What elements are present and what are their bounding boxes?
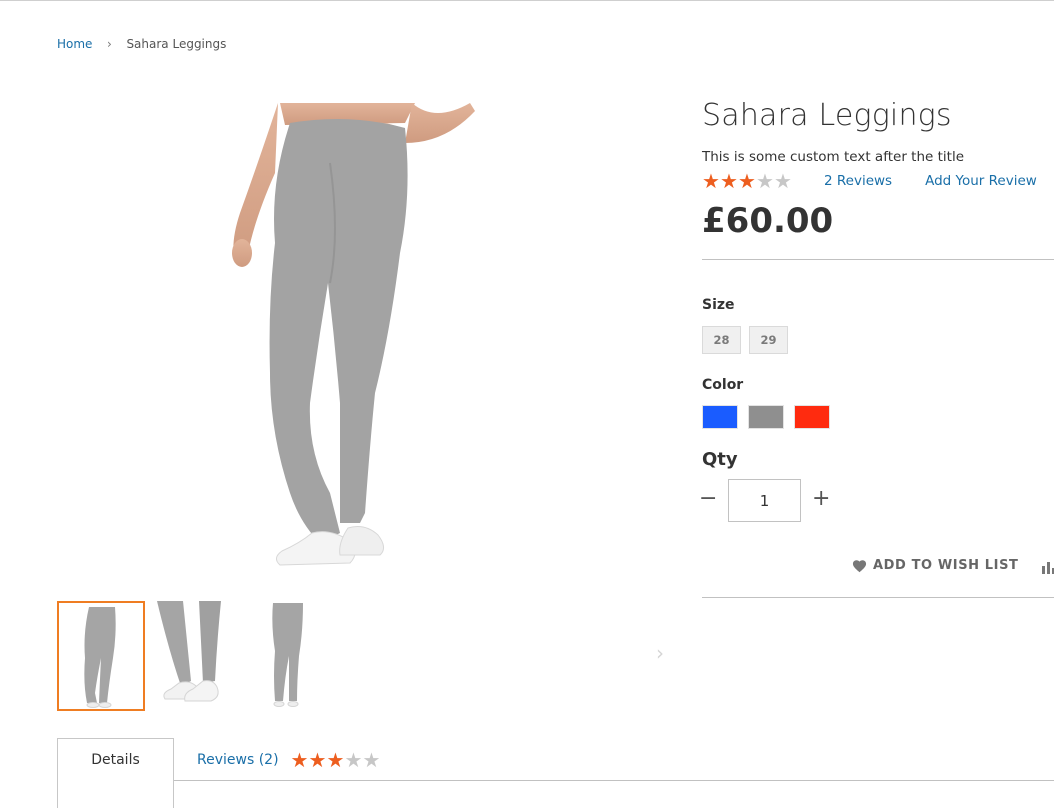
qty-increase-button[interactable]: + bbox=[812, 486, 830, 512]
size-option-29[interactable]: 29 bbox=[749, 326, 788, 354]
tabs-bottom-border bbox=[173, 780, 1054, 781]
product-rating-summary: ★ ★ ★ ★ ★ 2 Reviews Add Your Review bbox=[702, 171, 1037, 191]
qty-label: Qty bbox=[702, 449, 738, 470]
size-swatch-group: 28 29 bbox=[702, 326, 788, 354]
wishlist-label: ADD TO WISH LIST bbox=[873, 558, 1019, 573]
product-title: Sahara Leggings bbox=[702, 98, 952, 133]
thumbnail-strip bbox=[57, 601, 333, 711]
thumbnail-1[interactable] bbox=[57, 601, 145, 711]
qty-input[interactable] bbox=[728, 479, 801, 522]
tab-reviews[interactable]: Reviews (2) ★ ★ ★ ★ ★ bbox=[197, 750, 381, 770]
breadcrumb-home-link[interactable]: Home bbox=[57, 37, 92, 51]
price-divider bbox=[702, 259, 1054, 260]
tab-rating-stars: ★ ★ ★ ★ ★ bbox=[291, 750, 381, 770]
thumbnail-2[interactable] bbox=[151, 601, 239, 711]
thumbnail-3[interactable] bbox=[245, 601, 333, 711]
top-border bbox=[0, 0, 1054, 1]
star-empty-icon: ★ bbox=[362, 748, 381, 772]
heart-icon bbox=[852, 559, 867, 572]
color-option-red[interactable] bbox=[794, 405, 830, 429]
color-swatch-group bbox=[702, 405, 830, 429]
breadcrumb-separator-icon: › bbox=[107, 37, 112, 51]
add-to-wishlist-button[interactable]: ADD TO WISH LIST bbox=[852, 558, 1019, 573]
gallery-next-arrow-icon[interactable]: › bbox=[656, 641, 664, 665]
color-label: Color bbox=[702, 377, 744, 393]
color-option-gray[interactable] bbox=[748, 405, 784, 429]
color-option-blue[interactable] bbox=[702, 405, 738, 429]
star-empty-icon: ★ bbox=[344, 748, 363, 772]
star-filled-icon: ★ bbox=[290, 748, 309, 772]
star-filled-icon: ★ bbox=[308, 748, 327, 772]
breadcrumb-current: Sahara Leggings bbox=[126, 37, 227, 51]
star-empty-icon: ★ bbox=[756, 169, 774, 193]
product-custom-text: This is some custom text after the title bbox=[702, 149, 965, 165]
star-filled-icon: ★ bbox=[702, 169, 720, 193]
product-price: £60.00 bbox=[702, 201, 834, 241]
product-main-image[interactable] bbox=[200, 103, 520, 593]
tab-reviews-label: Reviews (2) bbox=[197, 752, 279, 768]
qty-decrease-button[interactable]: − bbox=[699, 486, 717, 512]
star-filled-icon: ★ bbox=[738, 169, 756, 193]
compare-icon[interactable] bbox=[1040, 560, 1054, 574]
size-label: Size bbox=[702, 297, 735, 313]
breadcrumb: Home › Sahara Leggings bbox=[57, 36, 226, 52]
star-filled-icon: ★ bbox=[326, 748, 345, 772]
reviews-count-link[interactable]: 2 Reviews bbox=[824, 173, 892, 189]
size-option-28[interactable]: 28 bbox=[702, 326, 741, 354]
rating-stars: ★ ★ ★ ★ ★ bbox=[702, 171, 792, 191]
tab-details[interactable]: Details bbox=[57, 738, 174, 808]
add-your-review-link[interactable]: Add Your Review bbox=[925, 173, 1037, 189]
star-empty-icon: ★ bbox=[774, 169, 792, 193]
actions-divider bbox=[702, 597, 1054, 598]
star-filled-icon: ★ bbox=[720, 169, 738, 193]
